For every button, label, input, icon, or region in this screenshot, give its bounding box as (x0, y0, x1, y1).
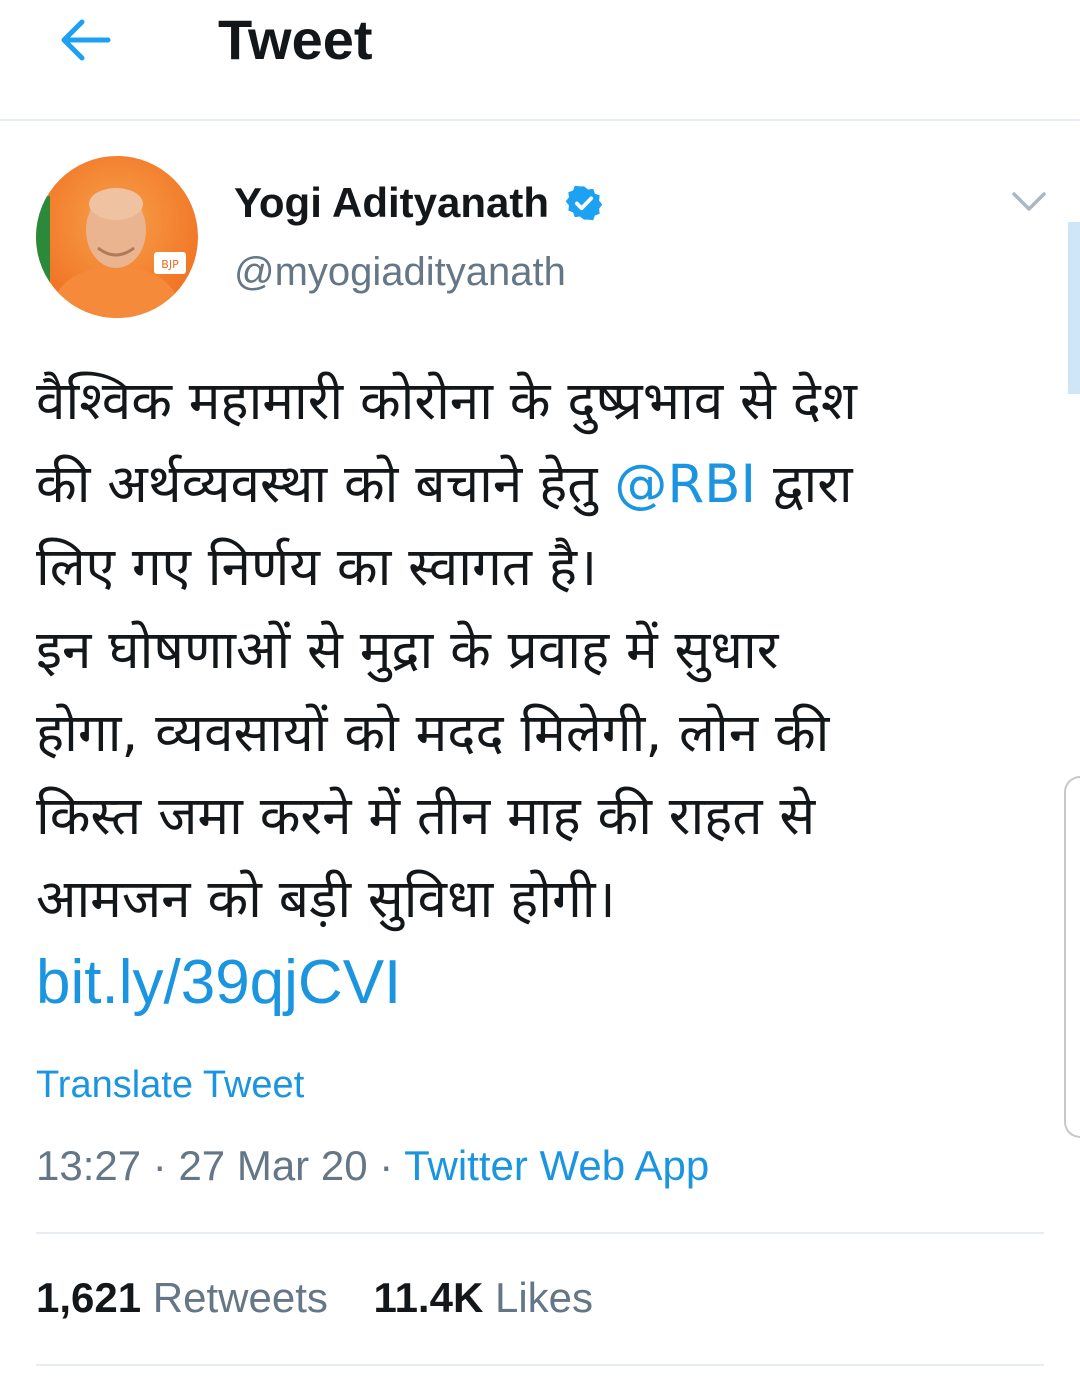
tweet-line: होगा, व्यवसायों को मदद मिलेगी, लोन की (36, 703, 830, 764)
tweet-text: वैश्विक महामारी कोरोना के दुष्प्रभाव से … (36, 360, 1036, 1024)
tweet-line: किस्त जमा करने में तीन माह की राहत से (36, 786, 816, 847)
page-title: Tweet (218, 8, 373, 71)
tweet-line: वैश्विक महामारी कोरोना के दुष्प्रभाव से … (36, 371, 857, 432)
tweet-menu-button[interactable] (1010, 184, 1048, 218)
tweet-line: की अर्थव्यवस्था को बचाने हेतु @RBI द्वार… (36, 443, 1036, 526)
tweet-line: लिए गए निर्णय का स्वागत है। (36, 537, 598, 598)
translate-tweet-link[interactable]: Translate Tweet (36, 1064, 304, 1107)
avatar-image: BJP (36, 156, 198, 318)
tweet-date: 27 Mar 20 (178, 1142, 368, 1189)
likes-label: Likes (494, 1274, 594, 1321)
avatar[interactable]: BJP (36, 156, 198, 318)
tweet-source-link[interactable]: Twitter Web App (404, 1142, 709, 1189)
tweet-meta: 13:27 · 27 Mar 20 · Twitter Web App (36, 1142, 709, 1190)
likes-count: 11.4K (373, 1274, 484, 1321)
tweet-line: इन घोषणाओं से मुद्रा के प्रवाह में सुधार (36, 620, 779, 681)
tweet-text-segment: की अर्थव्यवस्था को बचाने हेतु (36, 454, 615, 515)
divider (36, 1364, 1044, 1366)
verified-badge-icon (565, 185, 603, 221)
author-name[interactable]: Yogi Adityanath (234, 179, 549, 227)
url-link[interactable]: bit.ly/39qjCVI (36, 941, 1036, 1024)
tweet-line: आमजन को बड़ी सुविधा होगी। (36, 869, 616, 930)
divider (36, 1232, 1044, 1234)
meta-separator: · (152, 1142, 167, 1189)
arrow-left-icon (61, 19, 111, 61)
retweets-count: 1,621 (36, 1274, 142, 1321)
svg-text:BJP: BJP (161, 258, 179, 271)
meta-separator: · (379, 1142, 394, 1189)
scrollbar-thumb[interactable] (1068, 222, 1080, 394)
likes-stat[interactable]: 11.4K Likes (374, 1274, 594, 1321)
top-app-bar: Tweet (0, 0, 1080, 121)
retweets-stat[interactable]: 1,621 Retweets (36, 1274, 328, 1321)
back-button[interactable] (50, 12, 120, 68)
mention-link[interactable]: @RBI (614, 454, 756, 515)
author-handle[interactable]: @myogiadityanath (234, 250, 566, 295)
retweets-label: Retweets (152, 1274, 328, 1321)
engagement-stats: 1,621 Retweets 11.4K Likes (36, 1274, 627, 1322)
author-row: Yogi Adityanath (234, 176, 603, 230)
tweet-text-segment: द्वारा (756, 454, 853, 515)
tweet-time: 13:27 (36, 1142, 142, 1189)
chevron-down-icon (1012, 192, 1046, 211)
edge-panel-handle[interactable] (1064, 776, 1080, 1138)
